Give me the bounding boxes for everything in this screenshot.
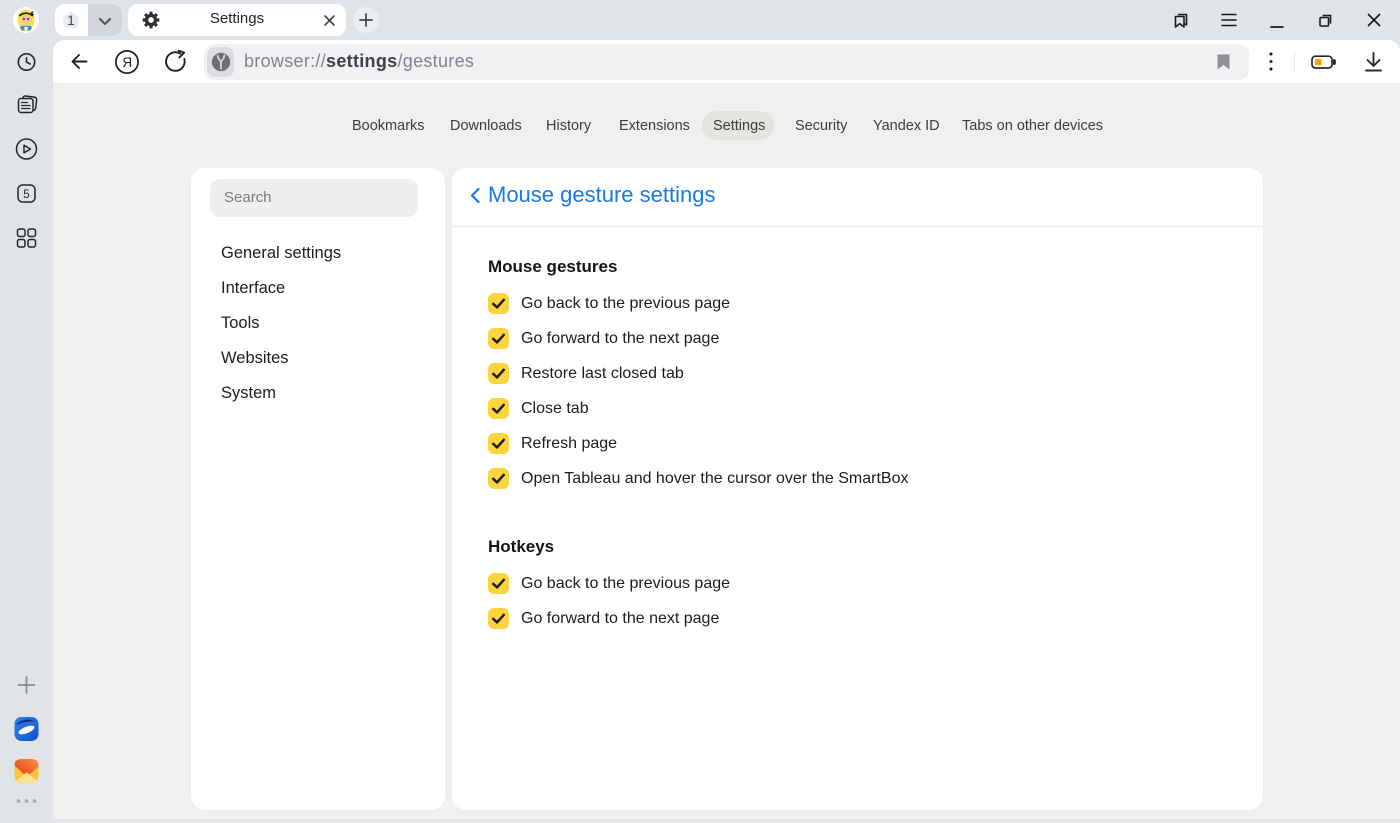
svg-text:1: 1 — [67, 13, 75, 28]
svg-text:5: 5 — [23, 189, 29, 201]
svg-text:Я: Я — [122, 55, 132, 70]
